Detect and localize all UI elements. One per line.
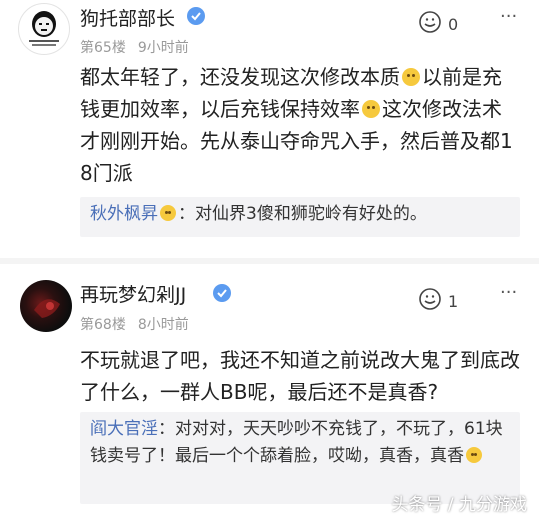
like-button[interactable]: 1 <box>418 287 458 315</box>
username[interactable]: 狗托部部长 <box>80 4 175 31</box>
timestamp: 8小时前 <box>137 317 189 333</box>
floor-number: 第68楼 <box>80 317 126 333</box>
more-icon[interactable]: ··· <box>500 282 517 303</box>
comment-meta: 第68楼 8小时前 <box>80 314 189 334</box>
comment-text: 都太年轻了，还没发现这次修改本质 以前是充钱更加效率，以后充钱保持效率 这次修改法术… <box>80 65 513 185</box>
comment-item: 再玩梦幻剁JJ 第68楼 8小时前 1 ··· 不玩就退了吧，我还不知道之前说改大… <box>0 262 539 517</box>
avatar[interactable] <box>18 3 70 55</box>
floor-number: 第65楼 <box>80 40 126 56</box>
like-button[interactable]: 0 <box>418 10 458 38</box>
like-count: 1 <box>448 291 459 311</box>
comment-text: 不玩就退了吧，我还不知道之前说改大鬼了到底改了什么，一群人BB呢，最后还不是真香… <box>80 348 520 404</box>
more-icon[interactable]: ··· <box>500 6 517 27</box>
username[interactable]: 再玩梦幻剁JJ <box>80 280 186 307</box>
reply-preview[interactable]: 秋外枫昇 ：对仙界3傻和狮驼岭有好处的。 <box>80 197 520 237</box>
emoji-icon <box>466 447 482 463</box>
like-icon <box>418 287 442 315</box>
emoji-icon <box>402 68 420 86</box>
reply-author[interactable]: 阎大官淫 <box>90 419 158 439</box>
verified-badge-icon <box>212 283 232 307</box>
comment-item: 狗托部部长 第65楼 9小时前 0 ··· 都太年轻了，还没发现这次修改本质 以前是… <box>0 0 539 262</box>
like-icon <box>418 10 442 38</box>
timestamp: 9小时前 <box>137 40 189 56</box>
avatar[interactable] <box>20 280 72 332</box>
like-count: 0 <box>448 14 459 34</box>
reply-text: ：对仙界3傻和狮驼岭有好处的。 <box>178 204 427 224</box>
watermark: 头条号 / 九分游戏 <box>391 495 527 515</box>
verified-badge-icon <box>186 6 206 30</box>
reply-author[interactable]: 秋外枫昇 <box>90 204 158 224</box>
comment-meta: 第65楼 9小时前 <box>80 37 189 57</box>
emoji-icon <box>160 205 176 221</box>
emoji-icon <box>362 100 380 118</box>
